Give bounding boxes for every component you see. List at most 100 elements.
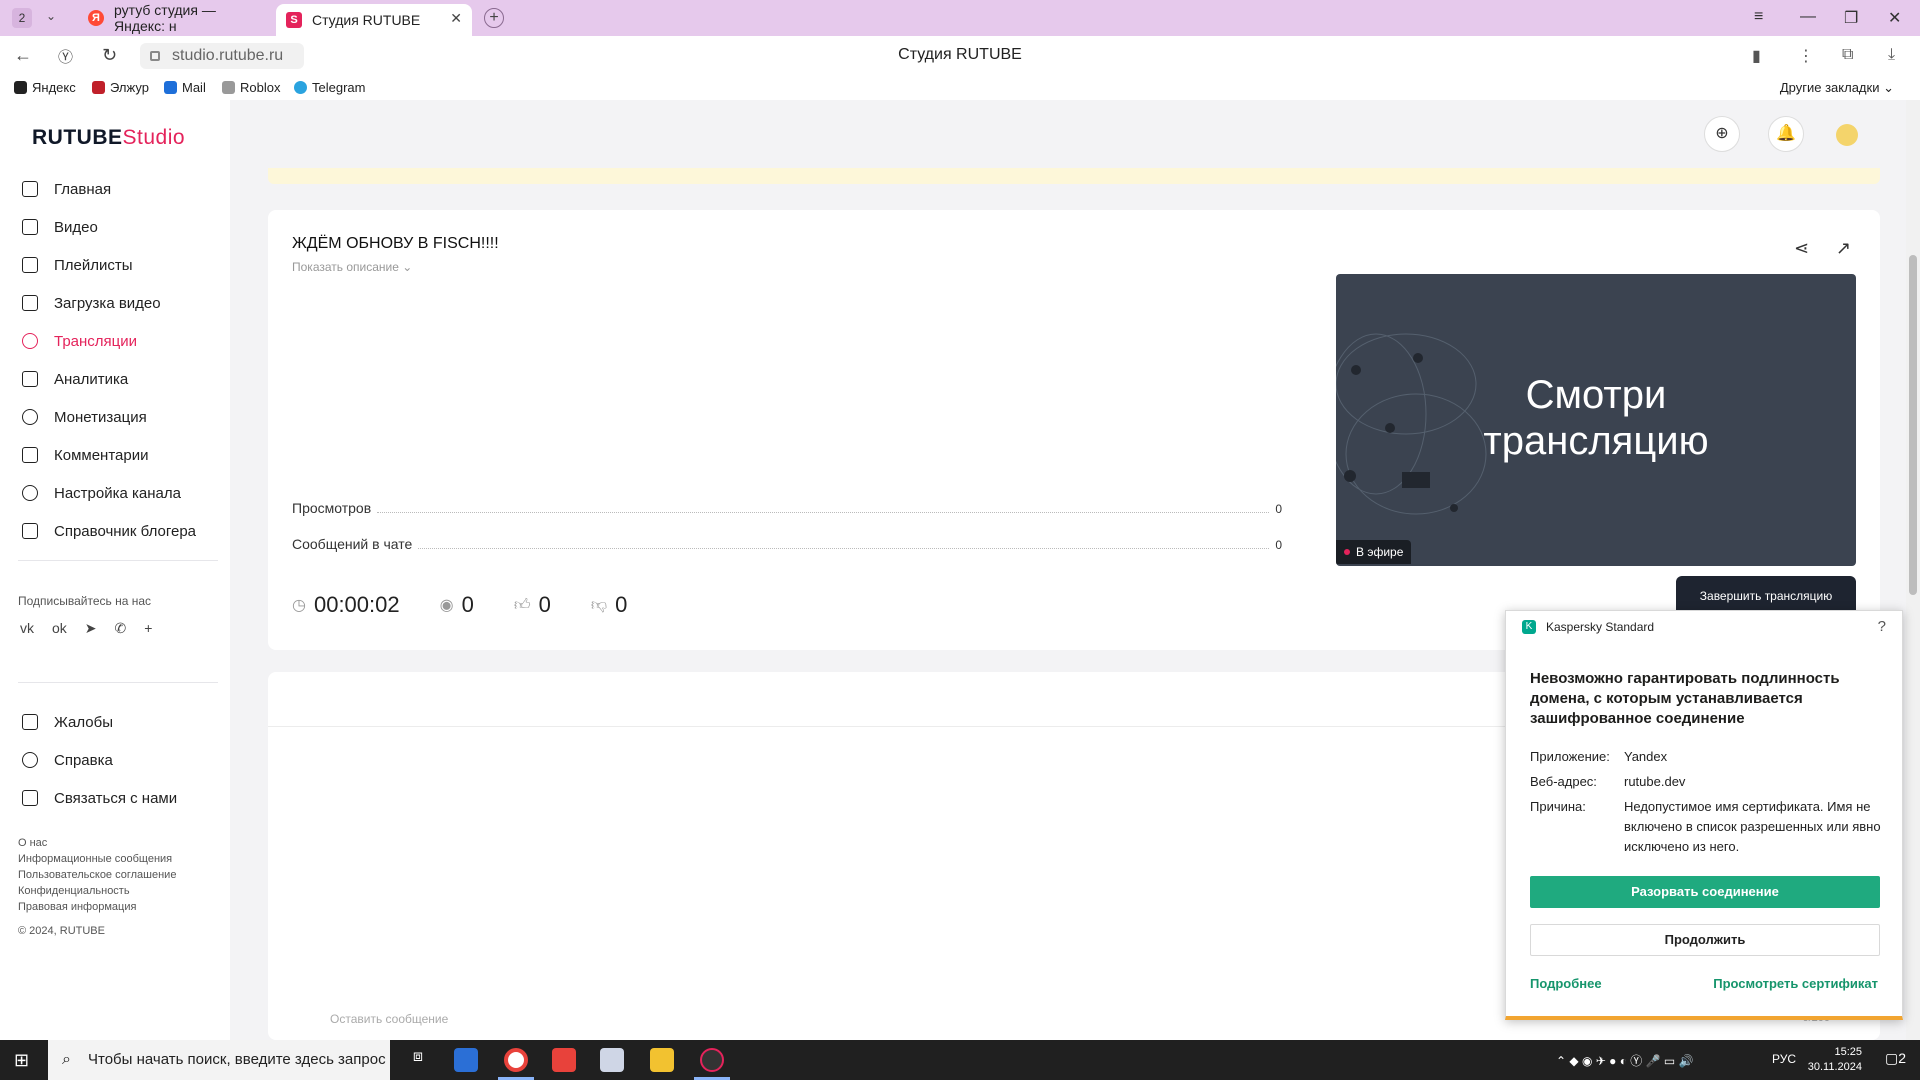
mail-bookmark-icon (164, 81, 177, 94)
sidebar-item-complaints[interactable]: Жалобы (0, 703, 230, 741)
avatar[interactable] (1836, 124, 1858, 146)
sidebar-item-channel-settings[interactable]: Настройка канала (0, 474, 230, 512)
footer-link-privacy[interactable]: Конфиденциальность (18, 883, 176, 899)
footer-link-legal[interactable]: Правовая информация (18, 899, 176, 915)
open-external-icon[interactable]: ↗ (1836, 238, 1851, 259)
question-icon (22, 752, 38, 768)
notifications-bell-icon[interactable]: 🔔 (1768, 116, 1804, 152)
bookmark-yandex[interactable]: Яндекс (14, 80, 76, 95)
tab-yandex-search[interactable]: Я рутуб студия — Яндекс: н (84, 2, 266, 34)
broadcast-icon (22, 333, 38, 349)
yandex-browser-icon[interactable] (504, 1048, 528, 1072)
yandex-icon[interactable] (552, 1048, 576, 1072)
footer-link-terms[interactable]: Пользовательское соглашение (18, 867, 176, 883)
yandex-favicon-icon: Я (88, 10, 104, 26)
address-bar: ← Ⓨ ↻ studio.rutube.ru Студия RUTUBE ▮ ⋮… (0, 36, 1920, 76)
sidebar-divider (18, 682, 218, 683)
footer-link-about[interactable]: О нас (18, 835, 176, 851)
comment-icon (22, 447, 38, 463)
other-bookmarks[interactable]: Другие закладки ⌄ (1780, 80, 1894, 96)
sidebar-item-home[interactable]: Главная (0, 170, 230, 208)
collections-icon[interactable]: ⧉ (1842, 46, 1853, 64)
sidebar-item-comments[interactable]: Комментарии (0, 436, 230, 474)
footer-link-info[interactable]: Информационные сообщения (18, 851, 176, 867)
analytics-icon (22, 371, 38, 387)
restore-icon[interactable]: ❐ (1844, 8, 1858, 28)
live-dot-icon (1344, 549, 1350, 555)
odnoklassniki-icon[interactable]: ok (52, 620, 67, 637)
bookmark-roblox[interactable]: Roblox (222, 80, 280, 95)
sidebar-item-playlists[interactable]: Плейлисты (0, 246, 230, 284)
browser-tab-bar: 2 ⌄ Я рутуб студия — Яндекс: н S Студия … (0, 0, 1920, 36)
more-options-icon[interactable]: ⋮ (1798, 46, 1814, 66)
taskbar-search[interactable]: ⌕ Чтобы начать поиск, введите здесь запро… (48, 1040, 390, 1080)
obs-icon[interactable] (700, 1048, 724, 1072)
sidebar-item-upload[interactable]: Загрузка видео (0, 284, 230, 322)
tabs-dropdown-icon[interactable]: ⌄ (46, 9, 56, 23)
main-nav: Главная Видео Плейлисты Загрузка видео Т… (0, 170, 230, 550)
language-indicator[interactable]: РУС (1772, 1052, 1796, 1066)
clock[interactable]: 15:25 30.11.2024 (1808, 1045, 1862, 1075)
more-socials-icon[interactable]: + (144, 620, 152, 637)
close-window-icon[interactable]: ✕ (1888, 8, 1901, 28)
tab-label: рутуб студия — Яндекс: н (114, 2, 216, 34)
sidebar-item-monetization[interactable]: Монетизация (0, 398, 230, 436)
sidebar-item-blogger-guide[interactable]: Справочник блогера (0, 512, 230, 550)
notification-center-icon[interactable]: ▢2 (1885, 1050, 1906, 1067)
menu-icon[interactable]: ≡ (1754, 8, 1763, 26)
url-row: Веб-адрес: rutube.dev (1530, 774, 1686, 789)
gear-icon (22, 485, 38, 501)
scroll-thumb[interactable] (1909, 255, 1917, 595)
sidebar-item-help[interactable]: Справка (0, 741, 230, 779)
bookmark-elzhur[interactable]: Элжур (92, 80, 149, 95)
notice-banner (268, 168, 1880, 184)
page-scrollbar[interactable] (1906, 100, 1920, 1040)
stream-title: ЖДЁМ ОБНОВУ В FISCH!!!! (292, 235, 499, 252)
warning-title: Невозможно гарантировать подлинность дом… (1530, 670, 1840, 727)
file-explorer-icon[interactable] (650, 1048, 674, 1072)
search-icon: ⌕ (62, 1051, 71, 1068)
windows-start-icon[interactable]: ⊞ (14, 1050, 29, 1071)
chat-input[interactable]: Оставить сообщение (330, 1012, 448, 1026)
show-description-toggle[interactable]: Показать описание ⌄ (292, 260, 412, 274)
break-connection-button[interactable]: Разорвать соединение (1530, 876, 1880, 908)
tab-count-badge[interactable]: 2 (12, 8, 32, 28)
minimize-icon[interactable]: — (1800, 8, 1816, 26)
new-tab-button[interactable]: + (484, 8, 504, 28)
share-icon[interactable]: ⋖ (1794, 238, 1809, 259)
bookmark-mail[interactable]: Mail (164, 80, 206, 95)
secondary-nav: Жалобы Справка Связаться с нами (0, 703, 230, 817)
tab-rutube-studio[interactable]: S Студия RUTUBE ✕ (276, 4, 472, 36)
viber-icon[interactable]: ✆ (115, 620, 127, 637)
rutube-studio-logo[interactable]: RUTUBEStudio (32, 126, 185, 150)
telegram-icon[interactable]: ➤ (85, 620, 97, 637)
copyright: © 2024, RUTUBE (18, 925, 105, 937)
chat-messages-stat: Сообщений в чате 0 (292, 536, 1282, 552)
tray-icons[interactable]: ⌃ ◆ ◉ ✈ ● ◐ Ⓨ 🎤 ▭ 🔊 (1556, 1052, 1694, 1069)
sidebar-item-contact[interactable]: Связаться с нами (0, 779, 230, 817)
roblox-icon[interactable] (600, 1048, 624, 1072)
task-view-icon[interactable]: ⧈ (406, 1048, 430, 1072)
download-icon[interactable]: ⤓ (1888, 46, 1895, 64)
kaspersky-header: K Kaspersky Standard (1522, 620, 1654, 634)
store-icon[interactable] (454, 1048, 478, 1072)
sidebar-item-video[interactable]: Видео (0, 208, 230, 246)
create-button[interactable]: ⊕ (1704, 116, 1740, 152)
stream-preview[interactable]: Смотри трансляцию В эфире (1336, 274, 1856, 566)
continue-button[interactable]: Продолжить (1530, 924, 1880, 956)
thumbs-down-icon: 👎︎ (590, 596, 608, 614)
sidebar-divider (18, 560, 218, 561)
bookmark-icon[interactable]: ▮ (1752, 46, 1761, 66)
vk-icon[interactable]: vk (20, 620, 34, 637)
sidebar-item-streams[interactable]: Трансляции (0, 322, 230, 360)
viewers-metric: ◉ 0 (439, 592, 474, 617)
help-icon[interactable]: ? (1878, 618, 1886, 635)
close-tab-icon[interactable]: ✕ (450, 10, 462, 27)
bookmarks-bar: Яндекс Элжур Mail Roblox Telegram Другие… (0, 76, 1920, 100)
likes-metric: 👍︎ 0 (513, 592, 551, 617)
more-info-link[interactable]: Подробнее (1530, 976, 1602, 991)
bookmark-telegram[interactable]: Telegram (294, 80, 365, 95)
tab-label: Студия RUTUBE (312, 12, 421, 28)
view-certificate-link[interactable]: Просмотреть сертификат (1713, 976, 1878, 991)
sidebar-item-analytics[interactable]: Аналитика (0, 360, 230, 398)
